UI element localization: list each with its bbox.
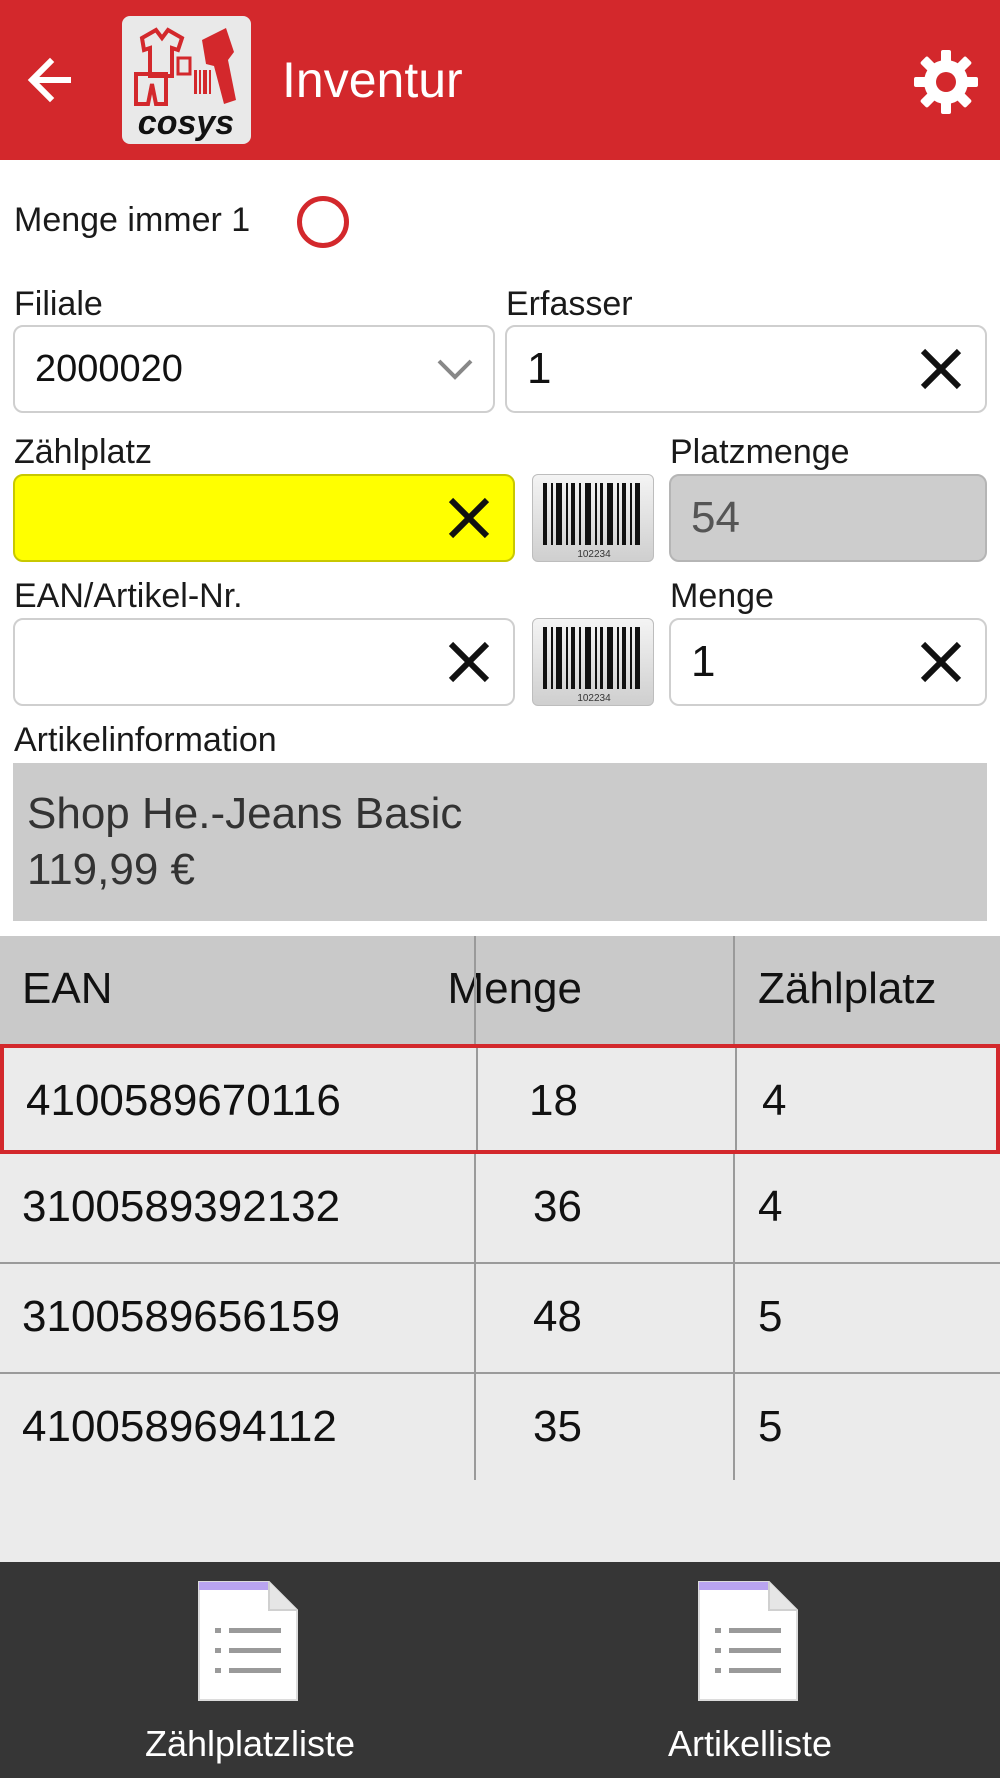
barcode-caption: 102234 <box>577 693 611 704</box>
cell-ean: 4100589694112 <box>22 1402 337 1451</box>
header-menge: Menge <box>447 964 582 1013</box>
platzmenge-field: 54 <box>669 474 987 562</box>
column-divider <box>474 936 476 1044</box>
barcode-icon: 102234 <box>543 483 640 560</box>
tab-artikelliste-label: Artikelliste <box>667 1723 833 1764</box>
arrow-left-icon[interactable] <box>20 45 90 115</box>
cell-menge: 48 <box>533 1292 582 1341</box>
scan-ean-button[interactable]: 102234 <box>532 618 654 706</box>
artikelinfo-box: Shop He.-Jeans Basic 119,99 € <box>13 763 987 921</box>
artikel-name: Shop He.-Jeans Basic <box>27 789 463 838</box>
artikelinfo-label: Artikelinformation <box>14 721 277 759</box>
gear-icon[interactable] <box>912 48 980 116</box>
cell-menge: 36 <box>533 1182 582 1231</box>
clear-icon[interactable] <box>447 640 491 684</box>
cell-ean: 4100589670116 <box>26 1076 341 1125</box>
table-row[interactable]: 3100589392132 36 4 <box>0 1154 1000 1264</box>
clear-icon[interactable] <box>919 347 963 391</box>
column-divider <box>476 1048 478 1150</box>
page-title: Inventur <box>282 52 463 108</box>
cell-menge: 18 <box>529 1076 578 1125</box>
tab-zaehlplatzliste-label: Zählplatzliste <box>144 1723 356 1764</box>
scan-zaehlplatz-button[interactable]: 102234 <box>532 474 654 562</box>
platzmenge-value: 54 <box>691 493 740 542</box>
tab-artikelliste[interactable]: Artikelliste <box>500 1562 1000 1778</box>
erfasser-label: Erfasser <box>506 285 633 323</box>
column-divider <box>733 1264 735 1372</box>
table-row[interactable]: 4100589694112 35 5 <box>0 1374 1000 1484</box>
column-divider <box>474 1374 476 1482</box>
column-divider <box>735 1048 737 1150</box>
menge-input[interactable]: 1 <box>669 618 987 706</box>
table-row[interactable]: 4100589670116 18 4 <box>0 1044 1000 1154</box>
document-list-icon <box>695 1578 801 1704</box>
clear-icon[interactable] <box>919 640 963 684</box>
column-divider <box>733 1154 735 1262</box>
filiale-select[interactable]: 2000020 <box>13 325 495 413</box>
menge-value: 1 <box>691 637 716 686</box>
column-divider <box>733 1374 735 1482</box>
column-divider <box>474 1154 476 1262</box>
cell-ean: 3100589392132 <box>22 1182 341 1231</box>
erfasser-value: 1 <box>527 344 552 393</box>
document-list-icon <box>195 1578 301 1704</box>
table-empty-area <box>0 1480 1000 1562</box>
logo-text: cosys <box>138 104 234 142</box>
zaehlplatz-input[interactable] <box>13 474 515 562</box>
cell-zaehlplatz: 4 <box>762 1076 787 1125</box>
menge-label: Menge <box>670 577 774 615</box>
menge-immer-1-label: Menge immer 1 <box>14 201 251 239</box>
tab-zaehlplatzliste[interactable]: Zählplatzliste <box>0 1562 500 1778</box>
cell-zaehlplatz: 4 <box>758 1182 783 1231</box>
cell-menge: 35 <box>533 1402 582 1451</box>
cell-zaehlplatz: 5 <box>758 1402 783 1451</box>
zaehlplatz-label: Zählplatz <box>14 433 152 471</box>
filiale-value: 2000020 <box>35 348 183 390</box>
menge-immer-1-radio[interactable] <box>297 196 349 248</box>
artikel-price: 119,99 € <box>27 845 196 894</box>
header-ean: EAN <box>22 964 113 1013</box>
chevron-down-icon <box>435 349 475 389</box>
table-row[interactable]: 3100589656159 48 5 <box>0 1264 1000 1374</box>
header-zaehlplatz: Zählplatz <box>758 964 937 1013</box>
column-divider <box>474 1264 476 1372</box>
platzmenge-label: Platzmenge <box>670 433 850 471</box>
barcode-icon: 102234 <box>543 627 640 704</box>
clear-icon[interactable] <box>447 496 491 540</box>
erfasser-input[interactable]: 1 <box>505 325 987 413</box>
column-divider <box>733 936 735 1044</box>
filiale-label: Filiale <box>14 285 103 323</box>
app-logo: cosys <box>122 16 251 144</box>
ean-input[interactable] <box>13 618 515 706</box>
barcode-caption: 102234 <box>577 549 611 560</box>
table-header: EAN Menge Zählplatz <box>0 936 1000 1044</box>
ean-label: EAN/Artikel-Nr. <box>14 577 243 615</box>
cell-ean: 3100589656159 <box>22 1292 341 1341</box>
bottom-navigation: Zählplatzliste Artikelliste <box>0 1562 1000 1778</box>
cell-zaehlplatz: 5 <box>758 1292 783 1341</box>
